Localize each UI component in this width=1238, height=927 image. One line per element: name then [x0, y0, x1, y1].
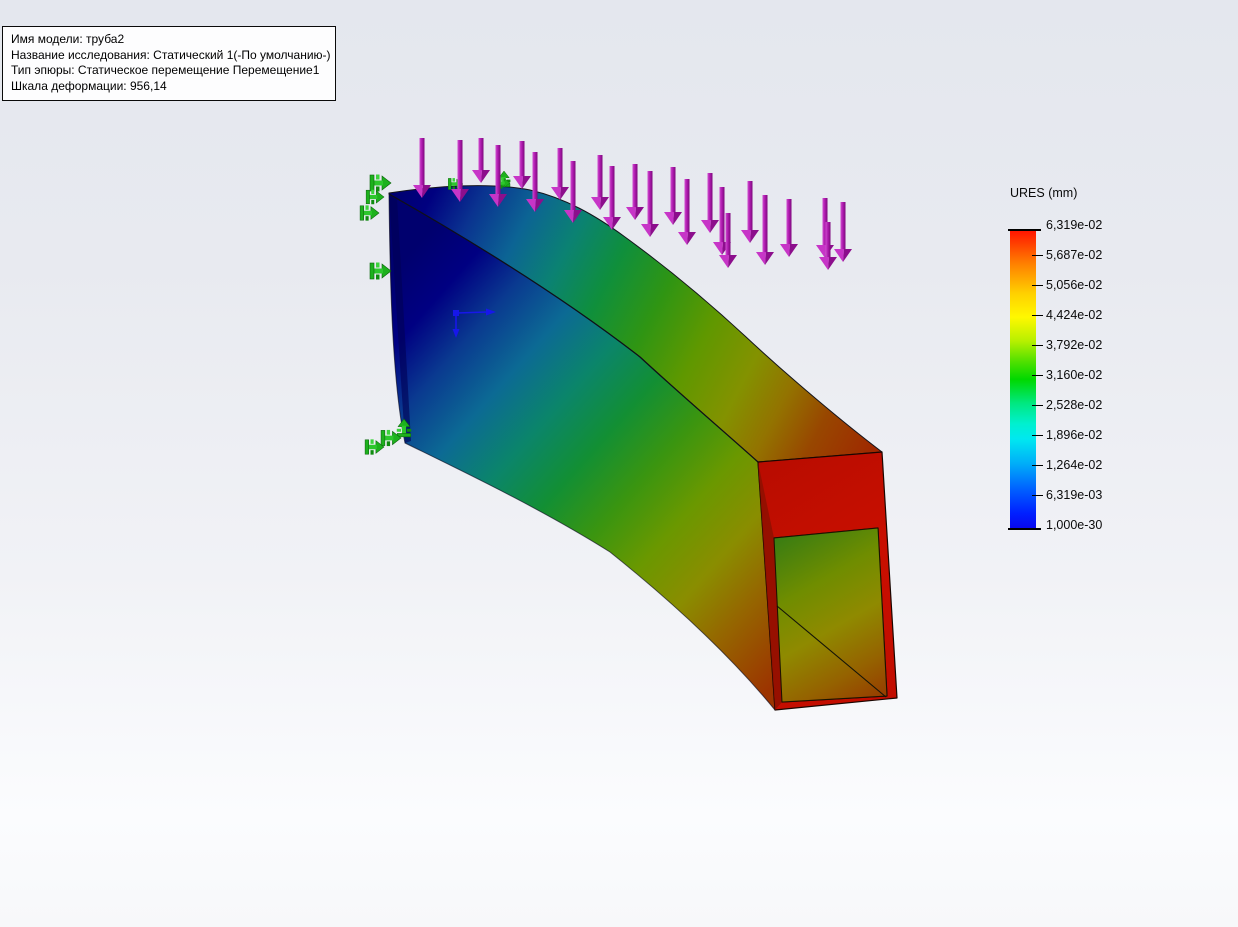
beam-bore-interior[interactable]: [773, 527, 888, 703]
graphics-viewport[interactable]: Имя модели: труба2 Название исследования…: [0, 0, 1238, 927]
load-arrow: [513, 141, 531, 189]
load-arrow: [834, 202, 852, 262]
load-arrow: [816, 198, 834, 258]
legend-colorbar: [1010, 231, 1036, 528]
load-arrow: [472, 138, 490, 183]
legend-max-line: [1008, 229, 1041, 231]
legend-tick: [1032, 315, 1043, 316]
legend-value: 6,319e-02: [1046, 218, 1103, 232]
legend-value: 1,264e-02: [1046, 458, 1103, 472]
beam-model[interactable]: [388, 185, 898, 711]
load-arrow: [701, 173, 719, 233]
legend-tick: [1032, 375, 1043, 376]
legend-value: 1,896e-02: [1046, 428, 1103, 442]
legend-value: 3,160e-02: [1046, 368, 1103, 382]
fixture-symbol: [369, 262, 392, 280]
load-arrow: [641, 171, 659, 237]
fixture-symbol: [369, 174, 392, 192]
legend-tick: [1032, 435, 1043, 436]
load-arrow: [551, 148, 569, 200]
load-arrow: [564, 161, 582, 223]
legend-tick: [1032, 495, 1043, 496]
deform-scale-line: Шкала деформации: 956,14: [11, 78, 167, 93]
load-arrow: [626, 164, 644, 220]
load-arrow: [741, 181, 759, 243]
legend-value: 5,056e-02: [1046, 278, 1103, 292]
load-arrow: [664, 167, 682, 225]
legend-tick: [1032, 345, 1043, 346]
legend-tick: [1032, 285, 1043, 286]
legend-value: 6,319e-03: [1046, 488, 1103, 502]
legend-value: 4,424e-02: [1046, 308, 1103, 322]
legend-value: 3,792e-02: [1046, 338, 1103, 352]
result-legend: URES (mm) 6,319e-02 5,687e-02 5,056e-02 …: [1008, 186, 1148, 552]
fixture-symbol: [365, 189, 385, 205]
legend-tick: [1032, 465, 1043, 466]
legend-title: URES (mm): [1010, 186, 1078, 200]
legend-value: 5,687e-02: [1046, 248, 1103, 262]
load-arrow: [780, 199, 798, 257]
plot-type-line: Тип эпюры: Статическое перемещение Перем…: [11, 63, 320, 77]
fixture-symbol: [359, 205, 380, 221]
study-name-line: Название исследования: Статический 1(-По…: [11, 47, 331, 62]
legend-value: 1,000e-30: [1046, 518, 1103, 532]
legend-tick: [1032, 405, 1043, 406]
plot-info-box: Имя модели: труба2 Название исследования…: [2, 26, 336, 101]
legend-min-line: [1008, 528, 1041, 530]
model-name-line: Имя модели: труба2: [11, 32, 125, 46]
legend-tick: [1032, 255, 1043, 256]
fixture-symbol: [380, 429, 402, 447]
load-arrow: [451, 140, 469, 202]
load-arrow: [591, 155, 609, 210]
legend-value: 2,528e-02: [1046, 398, 1103, 412]
